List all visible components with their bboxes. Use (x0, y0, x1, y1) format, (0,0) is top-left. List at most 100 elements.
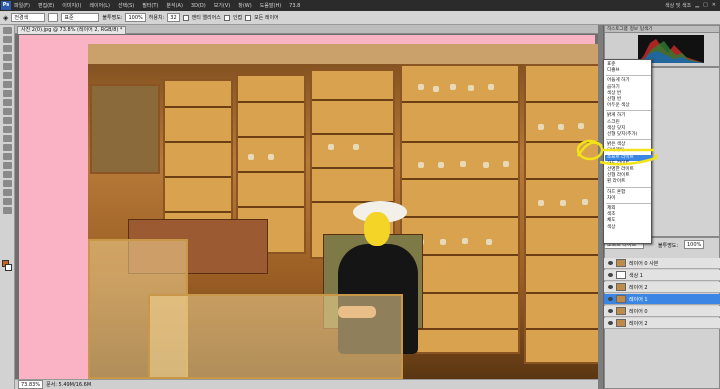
blend-mode-option[interactable]: 어두운 색상 (605, 103, 652, 109)
all-layers-label: 모든 레이어 (254, 15, 279, 21)
maximize-icon[interactable]: □ (703, 2, 708, 9)
visibility-eye-icon[interactable] (608, 309, 613, 313)
tab-info[interactable]: 정보 (630, 26, 638, 32)
hand-tool-icon[interactable] (2, 198, 12, 205)
menu-analysis[interactable]: 분석(A) (166, 2, 183, 9)
document-size: 문서: 5.49M/16.6M (46, 382, 92, 388)
tab-navigator[interactable]: 탐색기 (640, 26, 652, 32)
blend-mode-option[interactable]: 차이 (605, 196, 652, 202)
opacity-input[interactable]: 100% (125, 13, 146, 22)
layer-name: 레이어 1 (629, 296, 648, 303)
blend-mode-option[interactable]: 채도 (605, 218, 652, 224)
shape-tool-icon[interactable] (2, 180, 12, 187)
move-tool-icon[interactable] (2, 27, 12, 34)
fill-source-select[interactable]: 전경색 (11, 13, 46, 22)
layer-name: 레이어 0 (629, 308, 648, 315)
tolerance-input[interactable]: 32 (167, 13, 180, 22)
3d-rotate-tool-icon[interactable] (2, 189, 12, 196)
menu-file[interactable]: 파일(F) (14, 2, 30, 9)
blend-mode-option[interactable]: 어둡게 하기 (605, 78, 652, 84)
clone-stamp-tool-icon[interactable] (2, 99, 12, 106)
blend-mode-option[interactable]: 밝게 하기 (605, 113, 652, 119)
layer-name: 레이어 2 (629, 284, 648, 291)
pattern-swatch[interactable] (48, 13, 59, 22)
layer-thumbnail (616, 319, 626, 327)
antialias-label: 앤티 앨리어스 (191, 15, 221, 21)
layer-name: 레이어 2 (629, 320, 648, 327)
menu-help[interactable]: 도움말(H) (260, 2, 281, 9)
visibility-eye-icon[interactable] (608, 297, 613, 301)
tab-histogram[interactable]: 히스토그램 (607, 26, 628, 32)
yellow-annotation (576, 139, 658, 166)
blend-mode-option[interactable]: 색상 번 (605, 91, 652, 97)
menu-separator (606, 110, 651, 112)
workspace-switcher[interactable]: 색상 및 색조 (665, 2, 691, 9)
menu-separator (606, 186, 651, 188)
cabinet-5 (524, 64, 600, 364)
blend-mode-option[interactable]: 핀 라이트 (605, 179, 652, 185)
layer-row[interactable]: 레이어 2 (604, 318, 720, 329)
visibility-eye-icon[interactable] (608, 273, 613, 277)
blend-mode-option[interactable]: 스크린 (605, 120, 652, 126)
paint-bucket-icon[interactable]: ◈ (3, 14, 8, 22)
photo-layer[interactable] (88, 44, 600, 379)
menu-view[interactable]: 보기(V) (214, 2, 231, 9)
menu-image[interactable]: 이미지(I) (62, 2, 81, 9)
menu-window[interactable]: 창(W) (238, 2, 251, 9)
eraser-tool-icon[interactable] (2, 117, 12, 124)
menu-bar: Ps 파일(F) 편집(E) 이미지(I) 레이어(L) 선택(S) 필터(T)… (0, 0, 720, 11)
zoom-input[interactable]: 73.83% (18, 380, 44, 389)
eyedropper-tool-icon[interactable] (2, 72, 12, 79)
background-color-swatch[interactable] (5, 264, 12, 271)
menu-3d[interactable]: 3D(D) (191, 3, 206, 9)
layer-row[interactable]: 레이어 1 (604, 294, 720, 305)
layer-row[interactable]: 레이어 0 사본 (604, 258, 720, 269)
visibility-eye-icon[interactable] (608, 261, 613, 265)
all-layers-checkbox[interactable] (245, 14, 252, 21)
layer-row[interactable]: 색상 1 (604, 270, 720, 281)
options-bar: ◈ 전경색 표준 불투명도: 100% 허용치: 32 앤티 앨리어스 인접 모… (0, 11, 720, 25)
layer-thumbnail (616, 283, 626, 291)
contiguous-checkbox[interactable] (223, 14, 230, 21)
layer-row[interactable]: 레이어 2 (604, 282, 720, 293)
magic-wand-tool-icon[interactable] (2, 54, 12, 61)
layer-thumbnail (616, 295, 626, 303)
menu-layer[interactable]: 레이어(L) (89, 2, 110, 9)
antialias-checkbox[interactable] (182, 14, 189, 21)
pen-tool-icon[interactable] (2, 153, 12, 160)
history-brush-tool-icon[interactable] (2, 108, 12, 115)
path-selection-tool-icon[interactable] (2, 171, 12, 178)
mode-select[interactable]: 표준 (61, 13, 100, 22)
dodge-tool-icon[interactable] (2, 144, 12, 151)
ceiling (88, 44, 600, 64)
document-tab[interactable]: 사진 2(0).jpg @ 73.8% (레이어 2, RGB/8) * (17, 26, 127, 34)
lasso-tool-icon[interactable] (2, 45, 12, 52)
document-tab-bar: 사진 2(0).jpg @ 73.8% (레이어 2, RGB/8) * (15, 25, 598, 34)
zoom-level-menu[interactable]: 73.8 (289, 3, 300, 9)
visibility-eye-icon[interactable] (608, 321, 613, 325)
blend-mode-option[interactable]: 디졸브 (605, 68, 652, 74)
paint-bucket-tool-icon[interactable] (2, 126, 12, 133)
window-controls: 색상 및 색조 ▁ □ ✕ (665, 2, 716, 9)
blend-mode-option[interactable]: 곱하기 (605, 85, 652, 91)
menu-select[interactable]: 선택(S) (118, 2, 134, 9)
left-wall-shelf (90, 84, 160, 174)
layer-opacity-label: 불투명도: (658, 243, 679, 249)
crop-tool-icon[interactable] (2, 63, 12, 70)
tolerance-label: 허용치: (148, 15, 165, 21)
type-tool-icon[interactable] (2, 162, 12, 169)
menu-filter[interactable]: 필터(T) (142, 2, 158, 9)
blend-mode-option[interactable]: 색상 (605, 225, 652, 231)
layer-row[interactable]: 레이어 0 (604, 306, 720, 317)
layer-opacity-input[interactable]: 100% (684, 240, 705, 249)
menu-edit[interactable]: 편집(E) (38, 2, 54, 9)
blend-mode-option[interactable]: 하드 혼합 (605, 190, 652, 196)
healing-brush-tool-icon[interactable] (2, 81, 12, 88)
visibility-eye-icon[interactable] (608, 285, 613, 289)
blur-tool-icon[interactable] (2, 135, 12, 142)
close-icon[interactable]: ✕ (712, 2, 716, 9)
zoom-tool-icon[interactable] (2, 207, 12, 214)
minimize-icon[interactable]: ▁ (695, 2, 699, 9)
brush-tool-icon[interactable] (2, 90, 12, 97)
marquee-tool-icon[interactable] (2, 36, 12, 43)
